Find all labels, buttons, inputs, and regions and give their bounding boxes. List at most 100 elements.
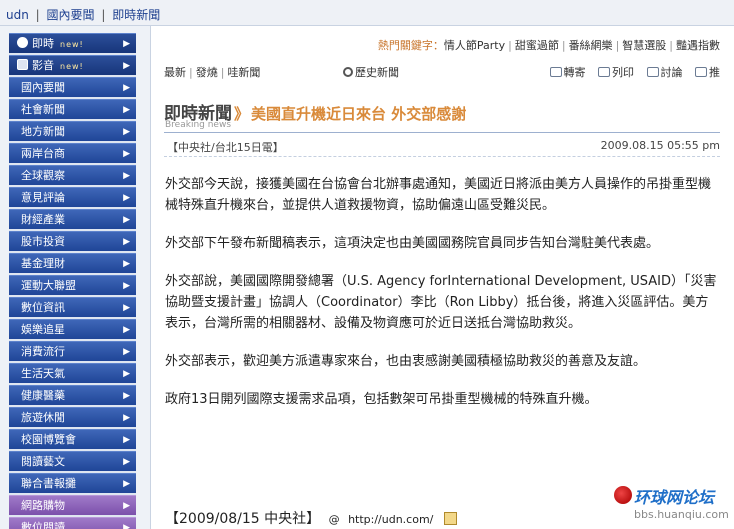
forward-button[interactable]: 轉寄 [549,66,586,79]
chevron-right-icon: ▶ [123,237,130,247]
article-paragraph: 外交部說，美國國際開發總署（U.S. Agency forInternation… [165,274,717,331]
article-paragraph: 政府13日開列國際支援需求品項，包括數架可吊掛重型機械的特殊直升機。 [165,392,598,407]
tab-wow-news[interactable]: 哇新聞 [227,66,260,79]
breadcrumb-breaking[interactable]: 即時新聞 [112,8,160,22]
article-headline: 美國直升機近日來台 外交部感謝 [251,105,467,123]
sidebar-item[interactable]: 全球觀察 ▶ [9,165,136,185]
sidebar-item-label: 地方新聞 [21,125,65,138]
printer-icon [598,67,610,77]
chevron-right-icon: ▶ [123,61,130,71]
sidebar-item-label: 健康醫藥 [21,389,65,402]
hot-keyword[interactable]: 情人節Party [444,39,505,52]
clock-icon [17,37,28,48]
sidebar-item[interactable]: 即時 new! ▶ [9,33,136,53]
history-news-label: 歷史新聞 [355,66,399,79]
divider-line [164,156,720,157]
hot-keywords-label: 熱門關鍵字： [377,39,444,52]
sidebar-item[interactable]: 意見評論 ▶ [9,187,136,207]
sidebar-item[interactable]: 影音 new! ▶ [9,55,136,75]
sidebar-item[interactable]: 旅遊休閒 ▶ [9,407,136,427]
forum-watermark: 环球网论坛 bbs.huanqiu.com [612,480,732,526]
chevron-right-icon: ▶ [123,105,130,115]
sidebar-item[interactable]: 地方新聞 ▶ [9,121,136,141]
sidebar-item[interactable]: 娛樂追星 ▶ [9,319,136,339]
tab-hot[interactable]: 發燒 [196,66,218,79]
sidebar-item[interactable]: 聯合書報攤 ▶ [9,473,136,493]
divider: | [508,39,512,52]
chevron-right-icon: ▶ [123,193,130,203]
chevron-right-icon: ▶ [123,149,130,159]
sidebar-item[interactable]: 網路購物 ▶ [9,495,136,515]
video-icon [17,59,28,70]
divider: | [220,66,225,79]
sidebar-item-label: 意見評論 [21,191,65,204]
sidebar-item[interactable]: 健康醫藥 ▶ [9,385,136,405]
globe-logo-icon [614,486,632,504]
sidebar-item-label: 影音 [32,59,54,72]
hot-keyword[interactable]: 甜蜜過節 [515,39,559,52]
sidebar-item[interactable]: 運動大聯盟 ▶ [9,275,136,295]
sidebar-item[interactable]: 兩岸台商 ▶ [9,143,136,163]
bookmark-icon[interactable] [443,512,457,525]
sidebar-item-label: 基金理財 [21,257,65,270]
sidebar-item[interactable]: 社會新聞 ▶ [9,99,136,119]
watermark-url: bbs.huanqiu.com [634,508,729,521]
new-badge: new! [60,40,84,49]
sidebar-item[interactable]: 生活天氣 ▶ [9,363,136,383]
chevron-right-icon: ▶ [123,325,130,335]
article-source: 【中央社/台北15日電】 [167,141,284,154]
news-tabs: 最新 | 發燒 | 哇新聞 [164,64,260,80]
sidebar-item[interactable]: 消費流行 ▶ [9,341,136,361]
print-button[interactable]: 列印 [598,66,634,79]
chevron-right-icon: ▶ [123,171,130,181]
sidebar-item[interactable]: 閱讀藝文 ▶ [9,451,136,471]
forward-label: 轉寄 [563,66,586,79]
chevron-right-icon: ▶ [123,39,130,49]
divider: | [615,39,620,52]
breadcrumb-separator: | [101,8,106,22]
sidebar-item-label: 社會新聞 [21,103,65,116]
sidebar: 即時 new! ▶ 影音 new! ▶ 國內要聞 ▶ 社會新聞 ▶ 地方新聞 ▶ 兩岸台商 ▶ 全球觀察 ▶ 意… [9,33,136,529]
breadcrumb-udn[interactable]: udn [6,8,29,22]
tab-latest[interactable]: 最新 [164,66,186,79]
chevron-right-icon: ▶ [123,127,130,137]
sidebar-item-label: 閱讀藝文 [21,455,65,468]
sidebar-item[interactable]: 校園博覽會 ▶ [9,429,136,449]
chevron-right-icon: ▶ [123,369,130,379]
chevron-right-icon: ▶ [123,501,130,511]
sidebar-item[interactable]: 數位資訊 ▶ [9,297,136,317]
sidebar-item[interactable]: 基金理財 ▶ [9,253,136,273]
footer-url[interactable]: http://udn.com/ [348,513,433,526]
sidebar-item[interactable]: 國內要聞 ▶ [9,77,136,97]
hot-keyword[interactable]: 智慧選股 [622,39,666,52]
divider: | [189,66,193,79]
chevron-right-icon: ▶ [123,523,130,529]
chevron-right-icon: ▶ [123,281,130,291]
breadcrumb-separator: | [35,8,40,22]
chevron-right-icon: ▶ [123,435,130,445]
sidebar-item-label: 聯合書報攤 [21,477,76,490]
sidebar-item-label: 網路購物 [21,499,65,512]
sidebar-item-label: 運動大聯盟 [21,279,76,292]
section-arrow: 》 [234,105,250,123]
hot-keyword[interactable]: 豔遇指數 [676,39,720,52]
main-content: 熱門關鍵字：情人節Party | 甜蜜過節 | 番絲網樂 | 智慧選股 | 豔遇指數 最新 | 發燒… [150,26,734,529]
history-news-link[interactable]: 歷史新聞 [343,64,399,80]
article-paragraph: 外交部今天說，接獲美國在台協會台北辦事處通知，美國近日將派由美方人員操作的吊掛重… [165,177,712,213]
discuss-button[interactable]: 討論 [646,66,683,79]
breadcrumb-domestic[interactable]: 國內要聞 [47,8,95,22]
hot-keyword[interactable]: 番絲網樂 [569,39,613,52]
sidebar-item-label: 生活天氣 [21,367,65,380]
recommend-button[interactable]: 推 [695,66,720,79]
thumbs-up-icon [695,67,707,77]
sidebar-item[interactable]: 股市投資 ▶ [9,231,136,251]
chevron-right-icon: ▶ [123,457,130,467]
sidebar-item[interactable]: 數位閱讀 ▶ [9,517,136,529]
chevron-right-icon: ▶ [123,479,130,489]
sidebar-item-label: 娛樂追星 [21,323,65,336]
article-timestamp: 2009.08.15 05:55 pm [600,139,720,152]
article-tools: 轉寄 列印 討論 推 [541,64,720,80]
divider-line [164,132,720,133]
sidebar-item[interactable]: 財經產業 ▶ [9,209,136,229]
sidebar-item-label: 全球觀察 [21,169,65,182]
